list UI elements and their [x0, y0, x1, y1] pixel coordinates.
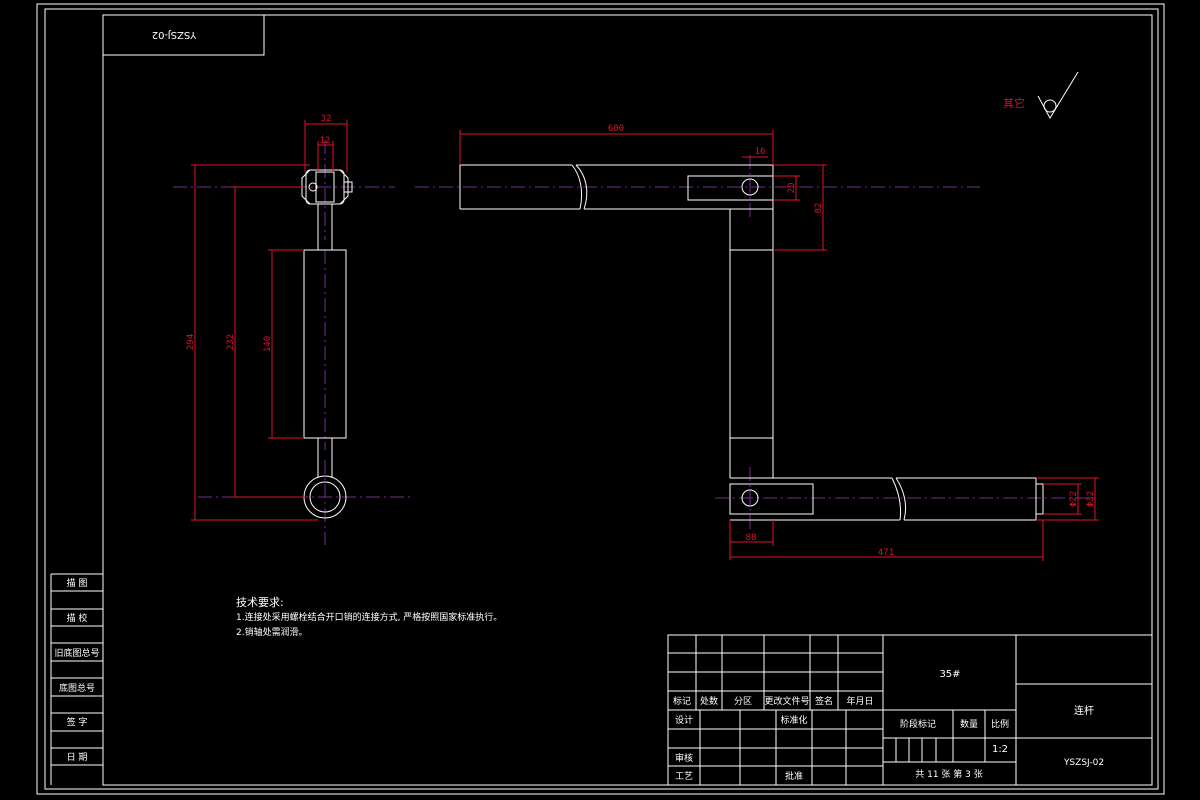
tb-ratio: 比例: [991, 718, 1009, 730]
side-label-old-base: 旧底图总号: [54, 647, 99, 659]
dim-140: 140: [263, 336, 273, 352]
notes-title: 技术要求:: [236, 596, 284, 609]
side-label-check: 描 校: [67, 612, 88, 624]
drawing-frame: [102, 14, 1153, 786]
dim-294: 294: [186, 334, 196, 350]
tb-review: 审核: [675, 752, 693, 764]
inner-border: [44, 8, 1159, 790]
dim-16: 16: [755, 147, 766, 157]
code-box-text: YSZSJ-02: [152, 29, 198, 40]
tb-craft: 工艺: [675, 771, 693, 782]
dim-82: 82: [814, 203, 824, 214]
side-label-date: 日 期: [67, 752, 88, 763]
right-linkage-view: 600 16 20 82 88 471 Φ32 Φ22: [415, 124, 1099, 561]
tb-signature: 签名: [815, 695, 833, 707]
dim-600: 600: [608, 124, 624, 134]
tb-approve: 批准: [785, 770, 803, 782]
dim-232: 232: [226, 334, 236, 350]
roughness-label: 其它: [1003, 96, 1025, 110]
tb-quantity: 数量: [960, 718, 978, 730]
notes-line-1: 1.连接处采用螺栓结合开口销的连接方式, 严格按照国家标准执行。: [236, 611, 502, 623]
tb-standard: 标准化: [780, 714, 807, 726]
dim-12: 12: [320, 136, 331, 146]
tb-scale: 1:2: [992, 744, 1008, 755]
title-block: 标记 处数 分区 更改文件号 签名 年月日 设计 标准化 审核 工艺 批准 35…: [667, 634, 1153, 786]
dim-32: 32: [321, 114, 332, 124]
side-label-trace: 描 图: [67, 577, 88, 589]
tb-date: 年月日: [846, 695, 873, 707]
tb-mark: 标记: [673, 695, 691, 707]
dim-phi22: Φ22: [1069, 491, 1079, 507]
side-label-base: 底图总号: [59, 682, 95, 694]
dim-20: 20: [787, 183, 797, 194]
cad-drawing: YSZSJ-02 描 图 描 校 旧底图总号 底图总号 签 字 日 期 其它 3…: [36, 3, 1165, 795]
side-column: 描 图 描 校 旧底图总号 底图总号 签 字 日 期: [50, 573, 103, 785]
tb-part-code: YSZSJ-02: [1063, 758, 1104, 768]
roughness-symbol: 其它: [1003, 71, 1079, 120]
tb-zone: 分区: [734, 696, 752, 707]
tb-sheet-info: 共 11 张 第 3 张: [915, 768, 982, 780]
tb-change-doc: 更改文件号: [764, 695, 809, 707]
outer-border: [36, 3, 1165, 795]
tb-stage-mark: 阶段标记: [900, 718, 936, 730]
notes-line-2: 2.销轴处需润滑。: [236, 626, 308, 638]
tb-count: 处数: [700, 695, 718, 707]
tb-design: 设计: [675, 714, 693, 726]
dim-471: 471: [878, 548, 894, 558]
tb-material: 35#: [939, 669, 960, 680]
dim-phi32: Φ32: [1086, 491, 1096, 507]
tb-part-name: 连杆: [1074, 704, 1094, 717]
dim-88: 88: [746, 533, 757, 543]
side-label-sign: 签 字: [67, 716, 88, 728]
left-rod-view: 32 12 294 232 140: [173, 114, 410, 545]
